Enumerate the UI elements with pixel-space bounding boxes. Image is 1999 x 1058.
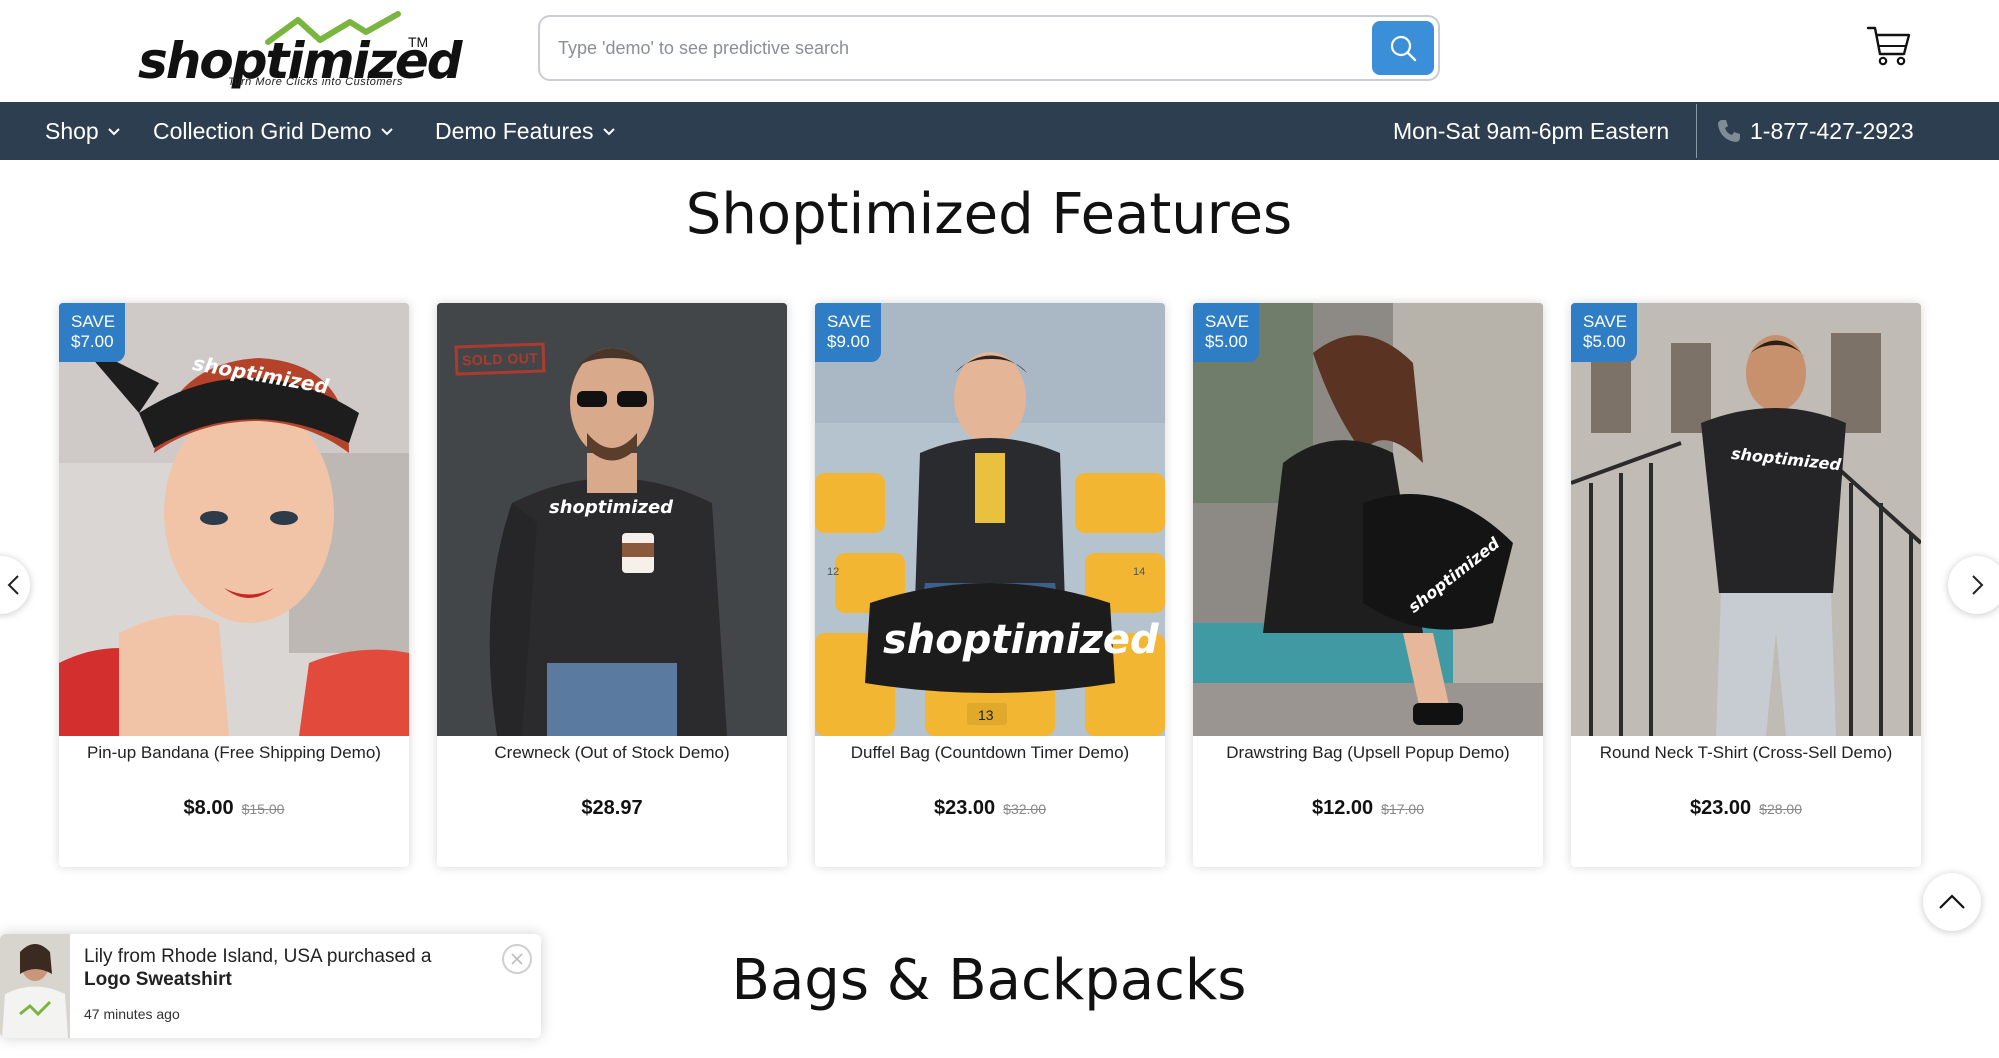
- logo-tagline: Turn More Clicks into Customers: [228, 76, 403, 88]
- notification-product-thumbnail[interactable]: [0, 934, 70, 1038]
- search-bar: [538, 15, 1440, 81]
- product-image[interactable]: 12 14 shoptimized 13: [815, 303, 1165, 736]
- product-image[interactable]: shoptimized SOLD OUT: [437, 303, 787, 736]
- product-photo-tshirt: shoptimized: [1571, 303, 1921, 736]
- product-card[interactable]: shoptimized SOLD OUT Crewneck (Out of St…: [437, 303, 787, 867]
- product-title[interactable]: Drawstring Bag (Upsell Popup Demo): [1193, 743, 1543, 763]
- product-price: $28.97: [581, 797, 643, 819]
- nav-shop-label: Shop: [45, 117, 99, 144]
- notification-text: Lily from Rhode Island, USA purchased a: [84, 946, 432, 967]
- seat-number: 12: [827, 566, 839, 578]
- phone-link[interactable]: 1-877-427-2923: [1716, 102, 1914, 160]
- chevron-down-icon: [380, 128, 393, 136]
- chevron-up-icon: [1939, 894, 1965, 909]
- chevron-right-icon: [1972, 575, 1984, 595]
- product-card[interactable]: shoptimized SAVE $7.00 Pin-up Bandana (F…: [59, 303, 409, 867]
- save-amount: $5.00: [1583, 332, 1626, 351]
- logo[interactable]: shoptimized TM Turn More Clicks into Cus…: [138, 10, 463, 90]
- product-photo-drawstring: shoptimized: [1193, 303, 1543, 736]
- save-badge: SAVE $5.00: [1193, 303, 1259, 362]
- product-image[interactable]: shoptimized: [1193, 303, 1543, 736]
- cart-button[interactable]: [1866, 24, 1916, 74]
- close-icon: [511, 953, 523, 965]
- save-badge: SAVE $7.00: [59, 303, 125, 362]
- product-title[interactable]: Duffel Bag (Countdown Timer Demo): [815, 743, 1165, 763]
- phone-number: 1-877-427-2923: [1750, 117, 1914, 144]
- notification-message: Lily from Rhode Island, USA purchased a …: [84, 945, 484, 991]
- notification-close-button[interactable]: [502, 944, 532, 974]
- carousel-prev-button[interactable]: [0, 556, 30, 614]
- nav-shop[interactable]: Shop: [45, 102, 121, 160]
- nav-demo-features-label: Demo Features: [435, 117, 594, 144]
- product-prices: $28.97: [437, 797, 787, 820]
- compare-price: $28.00: [1759, 801, 1802, 817]
- search-input[interactable]: [558, 29, 1358, 67]
- sold-out-badge: SOLD OUT: [454, 342, 546, 376]
- product-image[interactable]: shoptimized: [1571, 303, 1921, 736]
- carousel-next-button[interactable]: [1948, 556, 1999, 614]
- compare-price: $17.00: [1381, 801, 1424, 817]
- product-price: $23.00: [934, 797, 996, 819]
- product-card[interactable]: 12 14 shoptimized 13 SAVE $9.00 Duffel B…: [815, 303, 1165, 867]
- back-to-top-button[interactable]: [1923, 873, 1981, 931]
- product-title[interactable]: Pin-up Bandana (Free Shipping Demo): [59, 743, 409, 763]
- save-badge: SAVE $9.00: [815, 303, 881, 362]
- search-icon: [1390, 35, 1417, 62]
- product-title[interactable]: Crewneck (Out of Stock Demo): [437, 743, 787, 763]
- product-prices: $8.00 $15.00: [59, 797, 409, 820]
- product-price: $12.00: [1312, 797, 1374, 819]
- crewneck-print: shoptimized: [549, 497, 674, 518]
- save-amount: $7.00: [71, 332, 114, 351]
- compare-price: $15.00: [241, 801, 285, 817]
- seat-number: 13: [978, 707, 994, 723]
- nav-collection-grid-demo-label: Collection Grid Demo: [153, 117, 372, 144]
- compare-price: $32.00: [1003, 801, 1046, 817]
- product-price: $8.00: [183, 797, 234, 819]
- product-card[interactable]: shoptimized SAVE $5.00 Drawstring Bag (U…: [1193, 303, 1543, 867]
- save-amount: $5.00: [1205, 332, 1248, 351]
- product-title[interactable]: Round Neck T-Shirt (Cross-Sell Demo): [1571, 743, 1921, 763]
- product-prices: $23.00 $32.00: [815, 797, 1165, 820]
- product-photo-bandana: shoptimized: [59, 303, 409, 736]
- cart-icon: [1866, 26, 1911, 66]
- main-nav: Shop Collection Grid Demo Demo Features …: [0, 102, 1999, 160]
- product-price: $23.00: [1690, 797, 1752, 819]
- chevron-left-icon: [7, 575, 19, 595]
- product-photo-duffel: 12 14 shoptimized 13: [815, 303, 1165, 736]
- save-label: SAVE: [71, 312, 116, 331]
- site-header: shoptimized TM Turn More Clicks into Cus…: [0, 0, 1999, 102]
- store-hours: Mon-Sat 9am-6pm Eastern: [1393, 117, 1670, 144]
- notification-time: 47 minutes ago: [84, 1006, 180, 1022]
- product-prices: $23.00 $28.00: [1571, 797, 1921, 820]
- chevron-down-icon: [602, 128, 615, 136]
- phone-icon: [1718, 120, 1740, 142]
- section-title-features: Shoptimized Features: [685, 182, 1293, 247]
- purchase-notification[interactable]: Lily from Rhode Island, USA purchased a …: [0, 934, 541, 1038]
- product-image[interactable]: shoptimized: [59, 303, 409, 736]
- duffel-print: shoptimized: [883, 617, 1159, 663]
- save-label: SAVE: [1205, 312, 1250, 331]
- notification-product[interactable]: Logo Sweatshirt: [84, 969, 232, 990]
- chevron-down-icon: [108, 128, 120, 136]
- save-label: SAVE: [827, 312, 872, 331]
- save-badge: SAVE $5.00: [1571, 303, 1637, 362]
- logo-trademark: TM: [408, 34, 429, 50]
- product-card[interactable]: shoptimized SAVE $5.00 Round Neck T-Shir…: [1571, 303, 1921, 867]
- seat-number: 14: [1133, 566, 1145, 578]
- search-button[interactable]: [1372, 21, 1434, 75]
- product-prices: $12.00 $17.00: [1193, 797, 1543, 820]
- nav-demo-features[interactable]: Demo Features: [435, 102, 616, 160]
- nav-collection-grid-demo[interactable]: Collection Grid Demo: [153, 102, 394, 160]
- nav-divider: [1696, 104, 1697, 158]
- save-amount: $9.00: [827, 332, 870, 351]
- sweatshirt-photo: [0, 934, 70, 1038]
- save-label: SAVE: [1583, 312, 1628, 331]
